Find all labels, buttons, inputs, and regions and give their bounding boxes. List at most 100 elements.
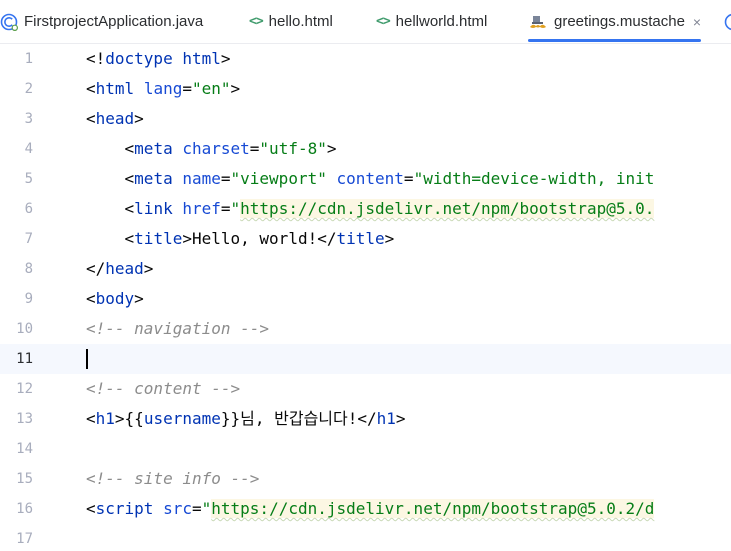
code-attribute: lang bbox=[143, 79, 183, 98]
tab-hellworld-html[interactable]: <> hellworld.html bbox=[376, 0, 487, 43]
code-punctuation: < bbox=[86, 169, 135, 188]
code-line[interactable]: 11 bbox=[0, 344, 731, 374]
close-tab-icon[interactable]: × bbox=[693, 14, 701, 30]
line-number[interactable]: 16 bbox=[0, 494, 33, 524]
code-content[interactable]: <!-- navigation --> bbox=[86, 314, 269, 344]
code-punctuation: >{{ bbox=[114, 409, 144, 428]
code-string: "width=device-width, init bbox=[413, 169, 655, 188]
line-number[interactable]: 15 bbox=[0, 464, 33, 494]
code-line[interactable]: 2 <html lang="en"> bbox=[0, 74, 731, 104]
code-line[interactable]: 8 </head> bbox=[0, 254, 731, 284]
code-punctuation bbox=[173, 139, 183, 158]
line-number[interactable]: 3 bbox=[0, 104, 33, 134]
code-url: https://cdn.jsdelivr.net/npm/bootstrap@5… bbox=[211, 499, 655, 518]
tab-label: hellworld.html bbox=[395, 13, 488, 30]
code-content[interactable]: <meta charset="utf-8"> bbox=[86, 134, 337, 164]
editor-tab-bar: FirstprojectApplication.java <> hello.ht… bbox=[0, 0, 731, 44]
code-punctuation: < bbox=[86, 409, 96, 428]
code-attribute: name bbox=[182, 169, 221, 188]
line-number[interactable]: 17 bbox=[0, 524, 33, 551]
code-punctuation: </ bbox=[357, 409, 377, 428]
line-number[interactable]: 5 bbox=[0, 164, 33, 194]
code-line[interactable]: 3 <head> bbox=[0, 104, 731, 134]
tab-firstproject-application[interactable]: FirstprojectApplication.java bbox=[0, 0, 203, 43]
code-punctuation bbox=[134, 79, 144, 98]
code-line[interactable]: 13 <h1>{{username}}님, 반갑습니다!</h1> bbox=[0, 404, 731, 434]
code-punctuation: = bbox=[191, 499, 202, 518]
tab-hello-html[interactable]: <> hello.html bbox=[249, 0, 333, 43]
code-line[interactable]: 16 <script src="https://cdn.jsdelivr.net/… bbox=[0, 494, 731, 524]
code-punctuation: < bbox=[86, 199, 135, 218]
code-punctuation: <! bbox=[86, 49, 106, 68]
line-number[interactable]: 10 bbox=[0, 314, 33, 344]
code-tag-name: h1 bbox=[95, 409, 115, 428]
code-punctuation: > bbox=[143, 259, 154, 278]
code-tag-name: doctype bbox=[105, 49, 173, 68]
code-tag-name: meta bbox=[134, 139, 173, 158]
line-number[interactable]: 2 bbox=[0, 74, 33, 104]
line-number[interactable]: 6 bbox=[0, 194, 33, 224]
line-number[interactable]: 12 bbox=[0, 374, 33, 404]
code-content[interactable]: <!-- content --> bbox=[86, 374, 240, 404]
tab-greetings-mustache[interactable]: greetings.mustache × bbox=[528, 0, 702, 43]
code-punctuation: </ bbox=[86, 259, 106, 278]
code-tag-name: h1 bbox=[376, 409, 396, 428]
code-line[interactable]: 7 <title>Hello, world!</title> bbox=[0, 224, 731, 254]
code-punctuation: = bbox=[182, 79, 192, 98]
code-content[interactable]: <!doctype html> bbox=[86, 44, 231, 74]
html-file-icon: <> bbox=[376, 14, 391, 29]
code-line[interactable]: 14 bbox=[0, 434, 731, 464]
code-line[interactable]: 10 <!-- navigation --> bbox=[0, 314, 731, 344]
code-punctuation: > bbox=[182, 229, 192, 248]
code-tag-name: html bbox=[95, 79, 135, 98]
code-attribute: src bbox=[163, 499, 192, 518]
line-number[interactable]: 8 bbox=[0, 254, 33, 284]
code-punctuation: }} bbox=[220, 409, 241, 428]
spring-class-icon bbox=[0, 13, 18, 31]
code-content[interactable]: <!-- site info --> bbox=[86, 464, 259, 494]
tab-label: greetings.mustache bbox=[554, 13, 685, 30]
code-line[interactable]: 12 <!-- content --> bbox=[0, 374, 731, 404]
code-line[interactable]: 4 <meta charset="utf-8"> bbox=[0, 134, 731, 164]
line-number[interactable]: 14 bbox=[0, 434, 33, 464]
code-punctuation: = bbox=[403, 169, 414, 188]
spring-class-icon bbox=[724, 13, 731, 31]
code-content[interactable]: <html lang="en"> bbox=[86, 74, 240, 104]
code-content[interactable]: <meta name="viewport" content="width=dev… bbox=[86, 164, 655, 194]
code-variable: username bbox=[143, 409, 221, 428]
code-content[interactable]: <title>Hello, world!</title> bbox=[86, 224, 395, 254]
tab-overflow[interactable] bbox=[724, 0, 731, 43]
code-punctuation bbox=[173, 199, 183, 218]
line-number[interactable]: 11 bbox=[0, 344, 33, 374]
line-number[interactable]: 1 bbox=[0, 44, 33, 74]
code-punctuation: < bbox=[86, 229, 135, 248]
code-tag-name: head bbox=[105, 259, 144, 278]
code-content[interactable]: <body> bbox=[86, 284, 144, 314]
code-line[interactable]: 5 <meta name="viewport" content="width=d… bbox=[0, 164, 731, 194]
code-punctuation: > bbox=[384, 229, 395, 248]
line-number[interactable]: 4 bbox=[0, 134, 33, 164]
code-string: " bbox=[201, 499, 212, 518]
code-content[interactable]: <script src="https://cdn.jsdelivr.net/np… bbox=[86, 494, 655, 524]
code-content[interactable]: <h1>{{username}}님, 반갑습니다!</h1> bbox=[86, 404, 406, 434]
line-number[interactable]: 9 bbox=[0, 284, 33, 314]
code-line[interactable]: 9 <body> bbox=[0, 284, 731, 314]
code-editor[interactable]: 1 <!doctype html> 2 <html lang="en"> 3 <head>… bbox=[0, 44, 731, 551]
code-punctuation: < bbox=[86, 109, 96, 128]
code-tag-name: html bbox=[182, 49, 221, 68]
code-comment: <!-- navigation --> bbox=[86, 319, 270, 338]
code-content[interactable]: <head> bbox=[86, 104, 144, 134]
code-url: https://cdn.jsdelivr.net/npm/bootstrap@5… bbox=[240, 199, 655, 218]
code-line[interactable]: 1 <!doctype html> bbox=[0, 44, 731, 74]
code-punctuation bbox=[173, 169, 183, 188]
line-number[interactable]: 13 bbox=[0, 404, 33, 434]
code-line[interactable]: 15 <!-- site info --> bbox=[0, 464, 731, 494]
code-content[interactable]: </head> bbox=[86, 254, 153, 284]
html-file-icon: <> bbox=[249, 14, 264, 29]
code-tag-name: title bbox=[134, 229, 183, 248]
code-punctuation: = bbox=[220, 169, 231, 188]
line-number[interactable]: 7 bbox=[0, 224, 33, 254]
code-line[interactable]: 17 bbox=[0, 524, 731, 551]
code-line[interactable]: 6 <link href="https://cdn.jsdelivr.net/n… bbox=[0, 194, 731, 224]
code-content[interactable]: <link href="https://cdn.jsdelivr.net/npm… bbox=[86, 194, 655, 224]
